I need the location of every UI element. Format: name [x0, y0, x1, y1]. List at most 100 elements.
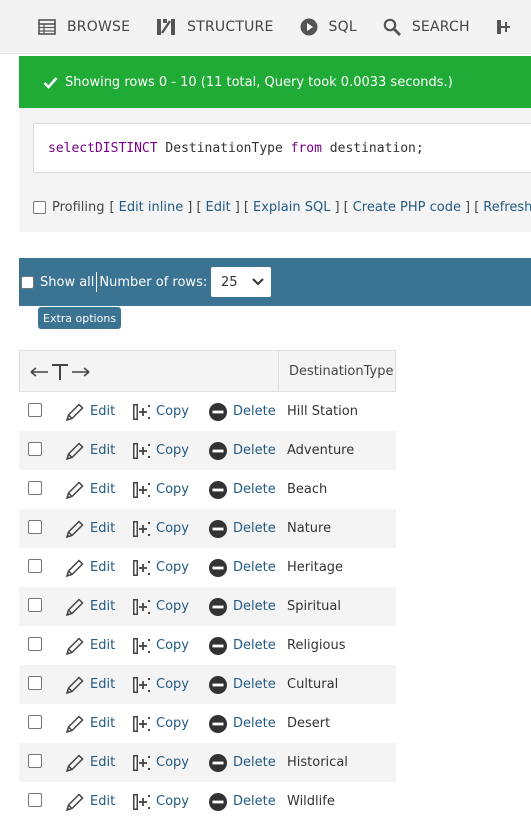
create-php-code-link[interactable]: Create PHP code	[353, 200, 461, 215]
copy-row-button[interactable]: Copy	[131, 392, 189, 431]
row-checkbox[interactable]	[28, 559, 42, 573]
copy-row-button[interactable]: Copy	[131, 470, 189, 509]
results-table: DestinationType Edit Copy Delete Hill St…	[19, 350, 396, 821]
check-icon	[43, 76, 58, 89]
profiling-label: Profiling	[52, 200, 105, 215]
row-checkbox[interactable]	[28, 754, 42, 768]
show-all-checkbox[interactable]	[21, 275, 34, 289]
edit-row-button[interactable]: Edit	[65, 509, 115, 548]
edit-link[interactable]: Edit	[206, 200, 231, 215]
delete-row-button[interactable]: Delete	[208, 470, 276, 509]
edit-row-button[interactable]: Edit	[65, 392, 115, 431]
destination-type-cell: Hill Station	[287, 404, 358, 419]
bracket: [	[109, 200, 115, 215]
delete-row-button[interactable]: Delete	[208, 782, 276, 821]
play-icon	[300, 18, 318, 35]
delete-row-button[interactable]: Delete	[208, 587, 276, 626]
delete-icon	[209, 753, 227, 772]
delete-row-button[interactable]: Delete	[208, 548, 276, 587]
show-all-label: Show all	[40, 274, 95, 290]
insert-icon	[496, 19, 510, 34]
table-row: Edit Copy Delete Religious	[19, 626, 396, 665]
extra-options-button[interactable]: Extra options	[38, 307, 122, 329]
delete-row-button[interactable]: Delete	[208, 704, 276, 743]
copy-row-button[interactable]: Copy	[131, 548, 189, 587]
column-arrows-icon[interactable]	[30, 363, 92, 381]
pencil-icon	[65, 519, 84, 538]
copy-row-button[interactable]: Copy	[131, 587, 189, 626]
delete-row-button[interactable]: Delete	[208, 743, 276, 782]
copy-label: Copy	[156, 677, 189, 692]
destination-type-cell: Wildlife	[287, 794, 335, 809]
row-checkbox[interactable]	[28, 403, 42, 417]
delete-row-button[interactable]: Delete	[208, 431, 276, 470]
sql-keyword-select: select	[48, 140, 95, 156]
tab-structure[interactable]: STRUCTURE	[156, 18, 273, 36]
row-checkbox[interactable]	[28, 676, 42, 690]
table-row: Edit Copy Delete Heritage	[19, 548, 396, 587]
edit-label: Edit	[90, 560, 116, 575]
row-checkbox[interactable]	[28, 793, 42, 807]
refresh-link[interactable]: Refresh	[483, 200, 531, 215]
row-checkbox[interactable]	[28, 598, 42, 612]
row-checkbox[interactable]	[28, 520, 42, 534]
pencil-icon	[65, 636, 84, 655]
tab-search[interactable]: SEARCH	[383, 18, 470, 36]
copy-label: Copy	[156, 755, 189, 770]
table-row: Edit Copy Delete Cultural	[19, 665, 396, 704]
pencil-icon	[65, 675, 84, 694]
delete-row-button[interactable]: Delete	[208, 509, 276, 548]
edit-row-button[interactable]: Edit	[65, 548, 115, 587]
copy-row-button[interactable]: Copy	[131, 704, 189, 743]
tab-browse[interactable]: BROWSE	[38, 19, 130, 35]
row-checkbox[interactable]	[28, 715, 42, 729]
explain-sql-link[interactable]: Explain SQL	[253, 200, 330, 215]
sql-query-box[interactable]: select DISTINCT DestinationType from des…	[33, 123, 531, 173]
edit-row-button[interactable]: Edit	[65, 587, 115, 626]
delete-icon	[209, 441, 227, 460]
copy-row-button[interactable]: Copy	[131, 782, 189, 821]
delete-row-button[interactable]: Delete	[208, 392, 276, 431]
edit-row-button[interactable]: Edit	[65, 782, 115, 821]
tab-more[interactable]	[496, 18, 521, 36]
pencil-icon	[65, 402, 84, 421]
edit-label: Edit	[90, 716, 116, 731]
row-checkbox[interactable]	[28, 442, 42, 456]
rows-select[interactable]: 25	[211, 267, 271, 297]
column-header-destinationtype[interactable]: DestinationType	[278, 351, 393, 391]
edit-row-button[interactable]: Edit	[65, 431, 115, 470]
delete-row-button[interactable]: Delete	[208, 626, 276, 665]
bracket: ] [	[334, 200, 349, 215]
edit-row-button[interactable]: Edit	[65, 470, 115, 509]
copy-row-button[interactable]: Copy	[131, 743, 189, 782]
tab-sql-label: SQL	[328, 18, 357, 35]
delete-label: Delete	[233, 677, 276, 692]
row-checkbox[interactable]	[28, 481, 42, 495]
bracket: ] [	[187, 200, 202, 215]
copy-row-button[interactable]: Copy	[131, 509, 189, 548]
pencil-icon	[65, 792, 84, 811]
copy-label: Copy	[156, 521, 189, 536]
table-row: Edit Copy Delete Nature	[19, 509, 396, 548]
row-checkbox[interactable]	[28, 637, 42, 651]
edit-inline-link[interactable]: Edit inline	[119, 200, 184, 215]
top-tabs: BROWSE STRUCTURE SQL SEARCH	[0, 0, 531, 54]
bracket: ] [	[464, 200, 480, 215]
pencil-icon	[65, 558, 84, 577]
pencil-icon	[65, 714, 84, 733]
copy-icon	[133, 481, 150, 498]
destination-type-cell: Cultural	[287, 677, 339, 692]
text-caret	[96, 272, 98, 292]
edit-row-button[interactable]: Edit	[65, 665, 115, 704]
copy-row-button[interactable]: Copy	[131, 626, 189, 665]
edit-row-button[interactable]: Edit	[65, 743, 115, 782]
tab-sql[interactable]: SQL	[300, 18, 357, 36]
edit-row-button[interactable]: Edit	[65, 704, 115, 743]
copy-label: Copy	[156, 794, 189, 809]
profiling-checkbox[interactable]	[33, 201, 46, 214]
copy-row-button[interactable]: Copy	[131, 665, 189, 704]
edit-row-button[interactable]: Edit	[65, 626, 115, 665]
copy-row-button[interactable]: Copy	[131, 431, 189, 470]
delete-row-button[interactable]: Delete	[208, 665, 276, 704]
destination-type-cell: Religious	[287, 638, 346, 653]
